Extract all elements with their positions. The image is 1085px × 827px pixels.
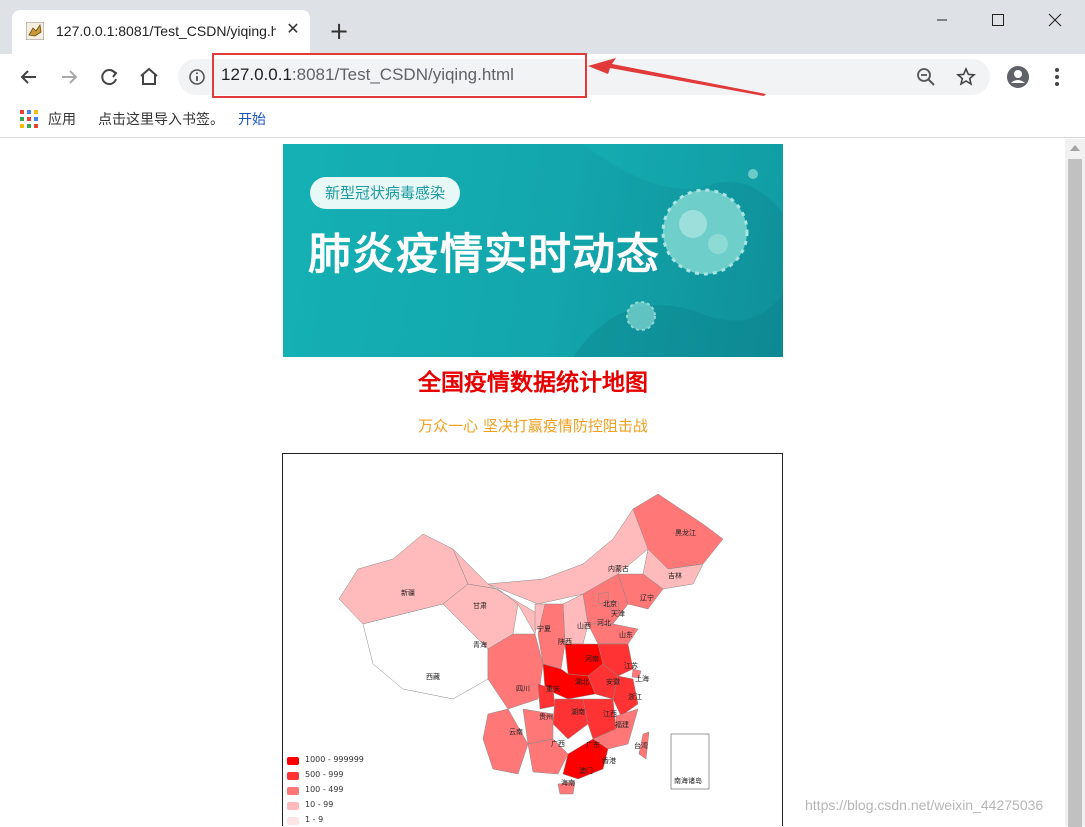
label-chongqing: 重庆 xyxy=(546,684,560,693)
legend-label: 100 - 499 xyxy=(305,785,344,794)
tomcat-favicon-icon xyxy=(26,22,44,40)
profile-icon[interactable] xyxy=(1005,64,1031,90)
label-qinghai: 青海 xyxy=(473,640,487,649)
label-neimenggu: 内蒙古 xyxy=(608,564,629,573)
label-xizang: 西藏 xyxy=(426,672,440,681)
apps-grid-icon[interactable] xyxy=(20,110,38,128)
label-shaanxi: 陕西 xyxy=(558,637,572,646)
legend-swatch xyxy=(287,772,299,780)
label-nanhai: 南海诸岛 xyxy=(674,776,702,785)
label-xianggang: 香港 xyxy=(602,756,616,765)
label-sichuan: 四川 xyxy=(516,685,530,693)
bookmarks-bar: 应用 点击这里导入书签。 开始 xyxy=(0,100,1085,138)
banner-image: 新型冠状病毒感染 肺炎疫情实时动态 xyxy=(283,144,783,357)
maximize-icon[interactable] xyxy=(984,6,1012,34)
title-bar: 127.0.0.1:8081/Test_CSDN/yiqing.html ✕ + xyxy=(0,0,1085,54)
label-hubei: 湖北 xyxy=(575,677,589,686)
epidemic-map[interactable]: 黑龙江 吉林 辽宁 内蒙古 北京 天津 河北 山西 山东 新疆 甘肃 宁夏 陕西… xyxy=(282,453,783,826)
zoom-out-icon[interactable] xyxy=(916,67,936,87)
legend-label: 1000 - 999999 xyxy=(305,755,364,764)
browser-tab[interactable]: 127.0.0.1:8081/Test_CSDN/yiqing.html ✕ xyxy=(12,10,310,54)
label-taiwan: 台湾 xyxy=(634,741,648,750)
label-guangdong: 广东 xyxy=(586,740,600,749)
forward-icon[interactable] xyxy=(56,64,82,90)
legend-swatch xyxy=(287,757,299,765)
label-tianjin: 天津 xyxy=(611,610,625,618)
reload-icon[interactable] xyxy=(96,64,122,90)
label-hunan: 湖南 xyxy=(571,707,585,716)
back-icon[interactable] xyxy=(16,64,42,90)
label-shandong: 山东 xyxy=(619,630,633,639)
province-yunnan xyxy=(482,708,529,775)
label-heilongjiang: 黑龙江 xyxy=(675,528,696,537)
label-fujian: 福建 xyxy=(615,720,629,729)
label-jilin: 吉林 xyxy=(668,571,682,580)
minimize-icon[interactable] xyxy=(928,6,956,34)
bookmark-import-hint[interactable]: 点击这里导入书签。 xyxy=(98,109,224,129)
province-shanxi xyxy=(562,593,589,645)
bookmark-star-icon[interactable] xyxy=(956,67,976,87)
page-title: 全国疫情数据统计地图 xyxy=(418,370,648,396)
legend-label: 500 - 999 xyxy=(305,770,344,779)
legend-swatch xyxy=(287,787,299,795)
label-aomen: 澳门 xyxy=(579,766,593,775)
label-liaoning: 辽宁 xyxy=(640,593,654,602)
tab-title: 127.0.0.1:8081/Test_CSDN/yiqing.html xyxy=(56,23,276,39)
url-highlight-box xyxy=(212,53,587,98)
watermark: https://blog.csdn.net/weixin_44275036 xyxy=(805,797,1044,813)
menu-kebab-icon[interactable] xyxy=(1047,64,1067,90)
bookmark-apps[interactable]: 应用 xyxy=(48,109,76,129)
label-yunnan: 云南 xyxy=(509,727,523,736)
label-beijing: 北京 xyxy=(603,599,617,608)
page-subtitle: 万众一心 坚决打赢疫情防控阻击战 xyxy=(418,417,648,435)
label-hainan: 海南 xyxy=(561,778,575,787)
label-zhejiang: 浙江 xyxy=(628,692,642,701)
label-guangxi: 广西 xyxy=(551,739,565,748)
annotation-arrow xyxy=(588,58,766,96)
page-content: 新型冠状病毒感染 肺炎疫情实时动态 全国疫情数据统计地图 万众一心 坚决打赢疫情… xyxy=(0,139,1065,826)
tab-close-icon[interactable]: ✕ xyxy=(284,20,302,38)
label-ningxia: 宁夏 xyxy=(537,624,551,633)
page-scrollbar[interactable] xyxy=(1065,139,1085,827)
new-tab-button[interactable]: + xyxy=(326,18,352,44)
label-shanxi: 山西 xyxy=(577,621,591,630)
legend-label: 1 - 9 xyxy=(305,815,324,824)
banner-title: 肺炎疫情实时动态 xyxy=(308,230,660,280)
label-jiangxi: 江西 xyxy=(603,710,617,718)
label-xinjiang: 新疆 xyxy=(401,588,415,597)
label-gansu: 甘肃 xyxy=(473,601,487,610)
legend-label: 10 - 99 xyxy=(305,800,334,809)
label-anhui: 安徽 xyxy=(606,677,620,686)
province-sichuan xyxy=(487,633,544,710)
info-icon[interactable] xyxy=(188,68,206,86)
province-hunan xyxy=(552,698,589,740)
legend-swatch xyxy=(287,802,299,810)
window-close-icon[interactable] xyxy=(1041,6,1069,34)
scroll-thumb[interactable] xyxy=(1068,159,1082,827)
label-henan: 河南 xyxy=(585,654,599,663)
label-jiangsu: 江苏 xyxy=(624,661,638,670)
china-map-svg[interactable]: 黑龙江 吉林 辽宁 内蒙古 北京 天津 河北 山西 山东 新疆 甘肃 宁夏 陕西… xyxy=(283,454,783,826)
legend-swatch xyxy=(287,817,299,825)
label-guizhou: 贵州 xyxy=(539,712,553,721)
bookmark-start-link[interactable]: 开始 xyxy=(238,109,266,129)
scroll-up-arrow-icon[interactable] xyxy=(1070,145,1080,151)
label-shanghai: 上海 xyxy=(635,674,649,683)
label-hebei: 河北 xyxy=(597,619,611,627)
banner-pill: 新型冠状病毒感染 xyxy=(310,177,460,209)
home-icon[interactable] xyxy=(136,64,162,90)
